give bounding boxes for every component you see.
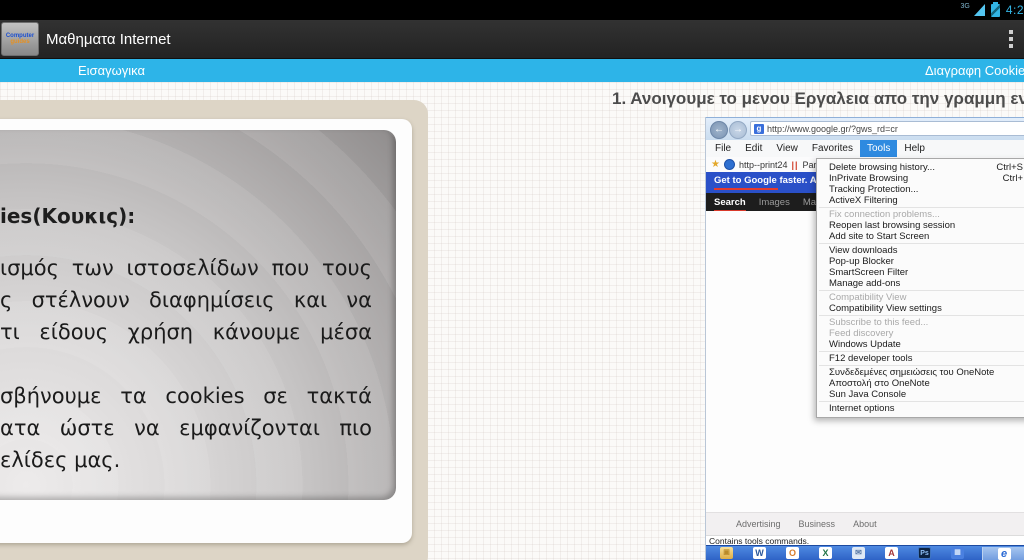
favorite-item: http--print24 [738, 159, 788, 170]
overflow-dot [1009, 44, 1013, 48]
menu-item-label: Delete browsing history... [829, 162, 935, 173]
menu-item-tracking-protection: Tracking Protection... [829, 184, 919, 195]
menu-tools: Tools [859, 140, 898, 157]
word-icon: W [753, 547, 766, 559]
step-heading: 1. Ανοιγουμε το μενου Εργαλεια απο την γ… [612, 89, 1024, 108]
menu-item-sun-java-console: Sun Java Console [829, 389, 907, 400]
menu-item-delete-browsing-history: Delete browsing history... Ctrl+S [817, 162, 1024, 173]
app-icon[interactable]: Computer guides [1, 22, 39, 56]
menu-separator [819, 315, 1024, 316]
menu-item-manage-addons: Manage add-ons [829, 278, 901, 289]
action-bar: Computer guides Μαθηματα Internet [0, 20, 1024, 59]
footer-link-about: About [853, 519, 877, 529]
internet-explorer-icon: e [997, 548, 1011, 560]
menu-item-view-downloads: View downloads [829, 245, 898, 256]
slide-text-line: τι είδους χρήση κάνουμε μέσα [0, 320, 372, 344]
status-icons: 3G 4:2 [960, 0, 1024, 20]
slide-title: ies(Κουκις): [0, 204, 136, 228]
overflow-dot [1009, 30, 1013, 34]
menu-item-reopen-last-session: Reopen last browsing session [829, 220, 956, 231]
photoshop-icon: Ps [918, 547, 931, 559]
url-text: http://www.google.gr/?gws_rd=cr [767, 123, 898, 134]
slide-text-line: ατα ώστε να εμφανίζονται πιο [0, 416, 372, 440]
tablet-screen: 3G 4:2 Computer guides Μαθηματα Internet… [0, 0, 1024, 560]
slide-image: ies(Κουκις): ισμός των ιστοσελίδων που τ… [0, 130, 396, 500]
taskbar-active-section: e [982, 547, 1024, 560]
menu-item-compatibility-view-settings: Compatibility View settings [829, 303, 942, 314]
slide-text-line: ς στέλνουν διαφημίσεις και να [0, 288, 372, 312]
menu-item-label: InPrivate Browsing [829, 173, 909, 184]
windows-taskbar: ▣ W O X ✉ A Ps ▦ e [706, 545, 1024, 560]
menu-item-f12-developer-tools: F12 developer tools [829, 353, 913, 364]
menu-item-add-site-to-start-screen: Add site to Start Screen [829, 231, 930, 242]
mail-icon: ✉ [852, 547, 865, 559]
battery-icon [990, 1, 1000, 17]
menu-item-send-to-onenote: Αποστολή στο OneNote [829, 378, 930, 389]
signal-strength-icon [973, 4, 985, 16]
menu-item-compatibility-view: Compatibility View [829, 292, 907, 303]
favorite-site-icon [723, 159, 735, 170]
clock: 4:2 [1005, 3, 1024, 17]
menu-separator [819, 243, 1024, 244]
browser-status-bar: Contains tools commands. [706, 535, 1024, 546]
google-footer: Advertising Business About [706, 512, 1024, 535]
menu-item-internet-options: Internet options [829, 403, 895, 414]
overflow-menu-button[interactable] [1004, 25, 1018, 53]
menu-file: File [715, 143, 732, 154]
menu-view: View [776, 143, 798, 154]
forward-icon: → [729, 121, 747, 139]
slide-text-line: ελίδες μας. [0, 448, 121, 472]
back-icon: ← [710, 121, 728, 139]
menu-separator [819, 290, 1024, 291]
site-favicon: g [754, 123, 764, 134]
google-nav-images: Images [758, 196, 790, 208]
folder-icon: ▣ [720, 547, 733, 559]
menu-item-shortcut: Ctrl+ [1002, 173, 1023, 184]
menu-item-fix-connection-problems: Fix connection problems... [829, 209, 940, 220]
photo-viewer-icon: ▦ [951, 547, 964, 559]
menu-item-shortcut: Ctrl+S [996, 162, 1023, 173]
menu-separator [819, 207, 1024, 208]
tab-diagrafi-cookies[interactable]: Διαγραφη Cookies [925, 63, 1024, 78]
outlook-icon: O [786, 547, 799, 559]
android-status-bar: 3G 4:2 [0, 0, 1024, 20]
app-icon-subtext: guides [10, 39, 30, 45]
menu-item-windows-update: Windows Update [829, 339, 901, 350]
menu-item-smartscreen-filter: SmartScreen Filter [829, 267, 909, 278]
menu-item-onenote-linked-notes: Συνδεδεμένες σημειώσεις του OneNote [829, 367, 995, 378]
overflow-dot [1009, 37, 1013, 41]
network-type-label: 3G [960, 2, 970, 10]
menu-item-feed-discovery: Feed discovery [829, 328, 894, 339]
address-bar: ← → g http://www.google.gr/?gws_rd=cr [706, 117, 1024, 142]
pager-tab-strip: Εισαγωγικα Διαγραφη Cookies [0, 59, 1024, 82]
menu-separator [819, 401, 1024, 402]
url-field: g http://www.google.gr/?gws_rd=cr [750, 121, 1024, 136]
menu-help: Help [904, 143, 925, 154]
menu-item-activex-filtering: ActiveX Filtering [829, 195, 898, 206]
menu-separator [819, 365, 1024, 366]
access-icon: A [885, 547, 898, 559]
tools-dropdown-menu: Delete browsing history... Ctrl+S InPriv… [816, 158, 1024, 418]
page-title: Μαθηματα Internet [46, 30, 171, 48]
excel-icon: X [819, 547, 832, 559]
menu-edit: Edit [745, 143, 763, 154]
menu-item-subscribe-to-feed: Subscribe to this feed... [829, 317, 929, 328]
menu-item-inprivate-browsing: InPrivate Browsing Ctrl+ [817, 173, 1024, 184]
footer-link-business: Business [798, 519, 836, 529]
menu-item-popup-blocker: Pop-up Blocker [829, 256, 894, 267]
footer-link-advertising: Advertising [736, 519, 781, 529]
slide-text-line: σβήνουμε τα cookies σε τακτά [0, 384, 372, 408]
parallels-icon: || [791, 159, 799, 170]
tab-eisagogika[interactable]: Εισαγωγικα [78, 63, 145, 78]
google-nav-search: Search [714, 196, 746, 212]
menu-bar: File Edit View Favorites Tools Help [706, 140, 1024, 157]
favorites-star-icon: ★ [711, 159, 720, 170]
menu-separator [819, 351, 1024, 352]
menu-favorites: Favorites [811, 143, 853, 154]
slide-text-line: ισμός των ιστοσελίδων που τους [0, 256, 372, 280]
